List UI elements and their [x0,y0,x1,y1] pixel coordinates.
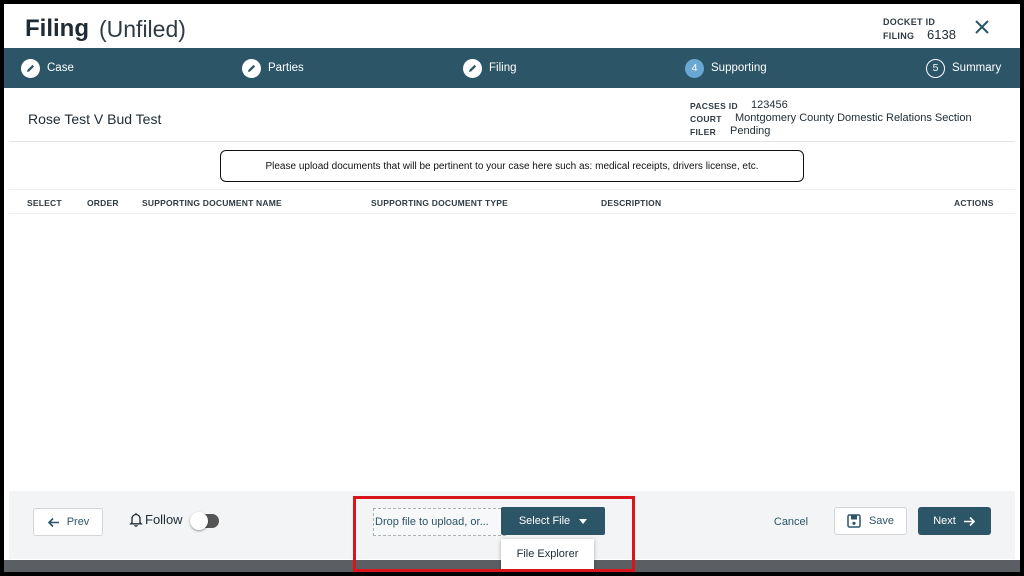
filing-value: 6138 [927,27,956,42]
step-filing[interactable]: Filing [463,48,516,88]
pencil-icon [242,58,261,78]
next-label: Next [933,515,956,527]
highlight-box [353,496,635,572]
steps-bar: Case Parties Filing 4 Supporting 5 Summa… [4,48,1020,88]
case-title: Rose Test V Bud Test [28,111,162,127]
follow-control: Follow [129,512,183,527]
column-document-type: SUPPORTING DOCUMENT TYPE [371,198,509,208]
prev-button[interactable]: Prev [33,508,103,536]
column-document-name: SUPPORTING DOCUMENT NAME [142,198,282,208]
step-label: Summary [952,62,1002,74]
pacses-id-label: PACSES ID [690,101,738,111]
toggle-knob [190,512,208,530]
page-header: Filing (Unfiled) DOCKET ID FILING 6138 [4,4,1020,48]
step-summary[interactable]: 5 Summary [926,48,1001,88]
filing-status: (Unfiled) [99,16,186,42]
app-window: Filing (Unfiled) DOCKET ID FILING 6138 C… [4,4,1020,572]
step-label: Parties [268,62,304,74]
court-value: Montgomery County Domestic Relations Sec… [735,112,972,124]
filing-label: FILING [883,31,915,41]
step-label: Case [47,62,74,74]
step-case[interactable]: Case [21,48,74,88]
prev-label: Prev [66,516,90,528]
column-order: ORDER [87,198,119,208]
save-label: Save [868,515,895,527]
cancel-button[interactable]: Cancel [767,512,815,532]
court-label: COURT [690,114,722,124]
column-description: DESCRIPTION [601,198,662,208]
docket-id-label: DOCKET ID [883,17,936,27]
save-icon [847,514,861,528]
step-supporting[interactable]: 4 Supporting [685,48,767,88]
follow-toggle[interactable] [190,512,219,530]
page-title: Filing [25,15,89,42]
arrow-right-icon [963,516,976,527]
close-icon[interactable] [972,17,992,37]
column-select: SELECT [27,198,62,208]
filer-value: Pending [730,125,771,137]
divider [9,141,1015,142]
arrow-left-icon [47,517,60,528]
column-actions: ACTIONS [954,198,994,208]
step-number: 5 [926,58,945,78]
step-label: Filing [489,62,517,74]
follow-label: Follow [145,512,183,527]
step-parties[interactable]: Parties [242,48,304,88]
filer-label: FILER [690,127,717,137]
table-header: SELECT ORDER SUPPORTING DOCUMENT NAME SU… [9,189,1015,214]
upload-notice: Please upload documents that will be per… [220,150,804,182]
save-button[interactable]: Save [834,507,907,535]
bell-icon [129,512,143,527]
pacses-id-value: 123456 [751,99,788,111]
pencil-icon [463,58,482,78]
step-number: 4 [685,58,704,78]
next-button[interactable]: Next [918,507,991,535]
step-label: Supporting [711,62,767,74]
pencil-icon [21,58,40,78]
